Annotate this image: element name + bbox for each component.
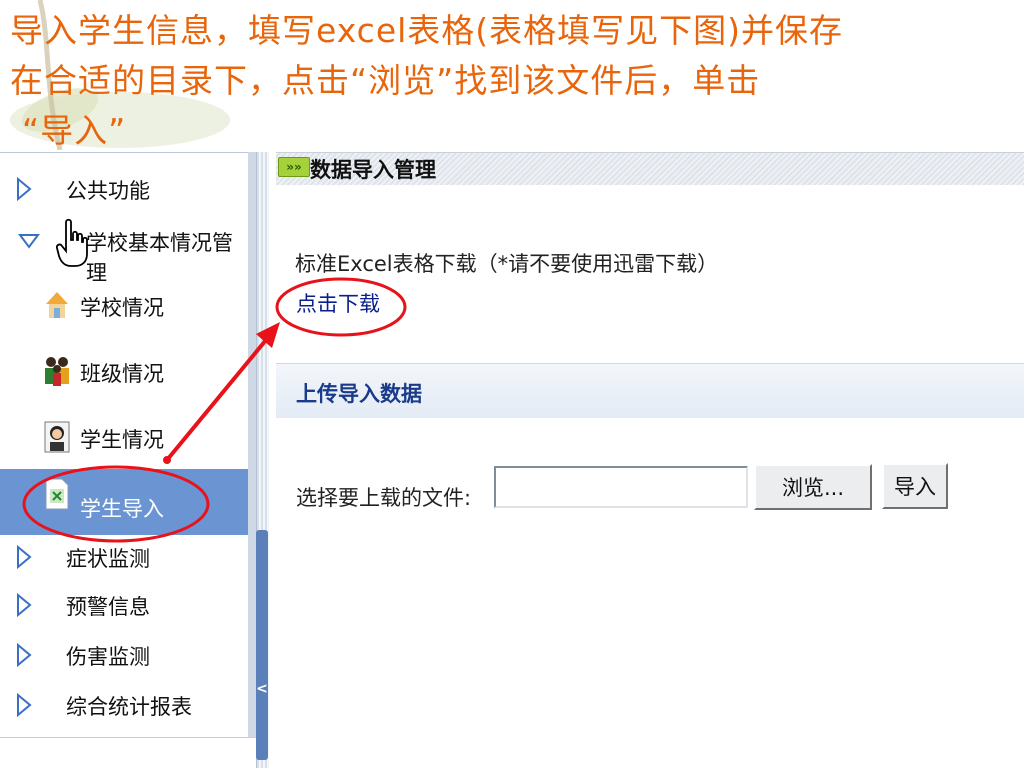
class-group-icon: [45, 357, 69, 386]
file-select-label: 选择要上载的文件:: [296, 486, 472, 510]
header-arrows-icon: »»: [278, 157, 310, 177]
sidebar-item-public-functions[interactable]: 公共功能: [0, 165, 248, 213]
file-path-input[interactable]: [494, 466, 748, 508]
sidebar-item-label: 班级情况: [80, 362, 164, 386]
student-icon: [44, 421, 70, 453]
sidebar-item-warning-info[interactable]: 预警信息: [0, 581, 248, 629]
school-icon: [46, 292, 68, 318]
instruction-line-2: 在合适的目录下，点击“浏览”找到该文件后，单击: [10, 61, 761, 100]
sidebar-bottom-strip: [0, 737, 268, 769]
import-button[interactable]: 导入: [882, 463, 948, 509]
hand-cursor-icon: [56, 218, 88, 267]
instruction-line-3: “导入”: [22, 111, 127, 150]
triangle-right-icon: [17, 693, 32, 717]
sidebar-item-school-info[interactable]: 学校情况: [0, 282, 248, 330]
download-label: 标准Excel表格下载（*请不要使用迅雷下载）: [295, 252, 719, 276]
browse-button[interactable]: 浏览...: [754, 464, 872, 510]
sidebar-item-label: 症状监测: [66, 547, 150, 571]
sidebar-item-label: 公共功能: [66, 179, 150, 203]
main-header-title: 数据导入管理: [310, 158, 436, 182]
chevron-left-icon[interactable]: <: [256, 676, 268, 702]
sidebar-item-label: 预警信息: [66, 595, 150, 619]
sidebar-item-student-info[interactable]: 学生情况: [0, 414, 248, 462]
import-file-icon: [45, 478, 69, 510]
sidebar-item-student-import[interactable]: 学生导入: [0, 469, 248, 535]
sidebar-collapse-handle[interactable]: [256, 530, 268, 760]
triangle-right-icon: [17, 643, 32, 667]
sidebar-scroll-track: [248, 152, 256, 737]
sidebar-item-label: 学生情况: [80, 428, 164, 452]
triangle-down-icon: [18, 234, 40, 249]
sidebar-item-label: 伤害监测: [66, 645, 150, 669]
sidebar-item-label: 学生导入: [80, 497, 164, 521]
sidebar-item-statistics-reports[interactable]: 综合统计报表: [0, 681, 248, 729]
sidebar-item-school-basic-management[interactable]: 学校基本情况管理: [0, 217, 248, 285]
main-header: »» 数据导入管理: [276, 152, 1024, 185]
instruction-line-1: 导入学生信息，填写excel表格(表格填写见下图)并保存: [10, 11, 844, 50]
sidebar-item-class-info[interactable]: 班级情况: [0, 348, 248, 396]
download-link[interactable]: 点击下载: [296, 288, 380, 318]
sidebar-item-label: 学校情况: [80, 296, 164, 320]
sidebar-item-label: 学校基本情况管理: [86, 231, 233, 285]
triangle-right-icon: [17, 593, 32, 617]
sidebar-item-symptom-monitoring[interactable]: 症状监测: [0, 533, 248, 581]
triangle-right-icon: [17, 545, 32, 569]
upload-section-title: 上传导入数据: [296, 382, 422, 406]
sidebar-item-injury-monitoring[interactable]: 伤害监测: [0, 631, 248, 679]
sidebar-item-label: 综合统计报表: [66, 695, 192, 719]
upload-section-header: 上传导入数据: [276, 363, 1024, 418]
instruction-text: 导入学生信息，填写excel表格(表格填写见下图)并保存 在合适的目录下，点击“…: [10, 6, 1000, 156]
triangle-right-icon: [17, 177, 32, 201]
